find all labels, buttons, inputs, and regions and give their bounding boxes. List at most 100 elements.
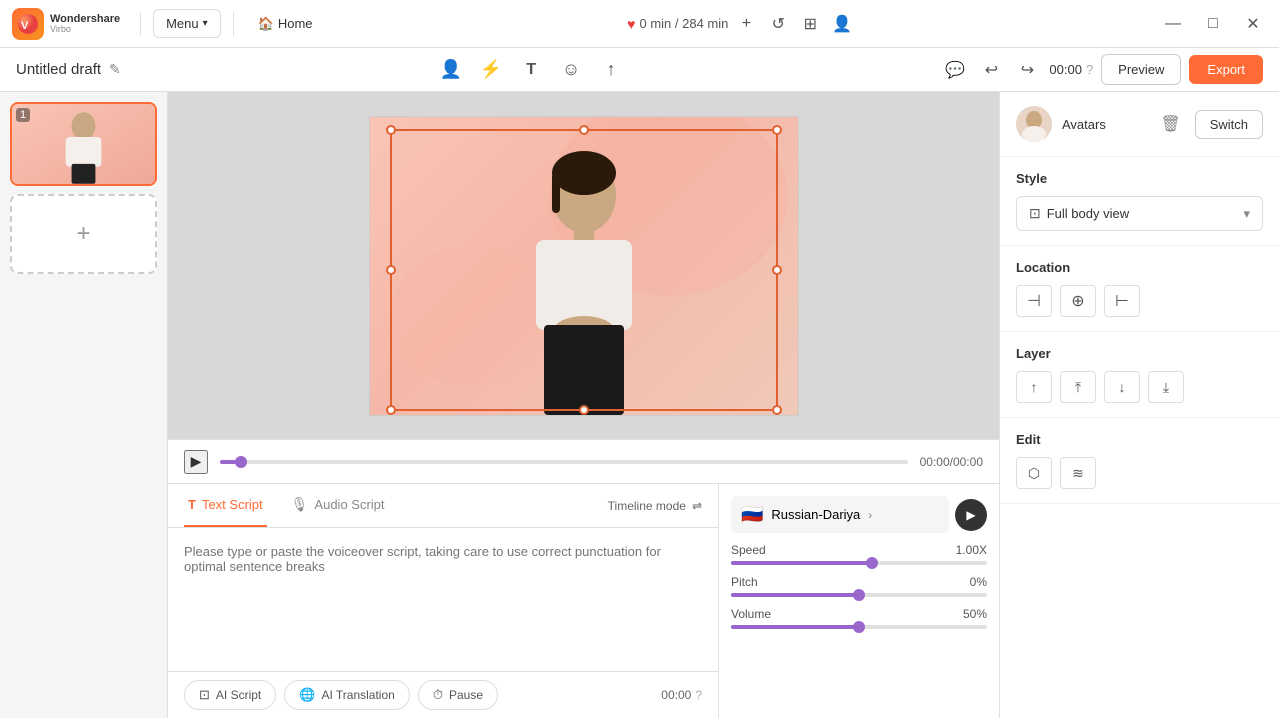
edit-buttons: ⬡ ≋ bbox=[1016, 457, 1263, 489]
maximize-button[interactable]: □ bbox=[1199, 10, 1227, 38]
pitch-thumb[interactable] bbox=[853, 589, 865, 601]
style-icon: ⊡ bbox=[1029, 205, 1041, 222]
voice-selector: 🇷🇺 Russian-Dariya › ▶ bbox=[731, 496, 987, 533]
slide-preview-1 bbox=[12, 104, 155, 184]
avatars-section: Avatars 🗑 Switch bbox=[1000, 92, 1279, 157]
script-help-icon[interactable]: ? bbox=[695, 688, 702, 702]
speed-thumb[interactable] bbox=[866, 557, 878, 569]
upload-tool-button[interactable]: ↑ bbox=[593, 52, 629, 88]
top-bar: V Wondershare Virbo Menu ▾ 🏠 Home ♥ 0 mi… bbox=[0, 0, 1279, 48]
location-center-button[interactable]: ⊕ bbox=[1060, 285, 1096, 317]
script-tabs: T Text Script 🎙 Audio Script Timeline mo… bbox=[168, 484, 718, 528]
heart-icon: ♥ bbox=[627, 16, 635, 32]
svg-text:V: V bbox=[21, 20, 29, 32]
ai-translation-button[interactable]: 🌐 AI Translation bbox=[284, 680, 410, 710]
slides-panel: 1 + bbox=[0, 92, 168, 718]
progress-thumb[interactable] bbox=[235, 456, 247, 468]
location-buttons: ⊣ ⊕ ⊢ bbox=[1016, 285, 1263, 317]
script-left: T Text Script 🎙 Audio Script Timeline mo… bbox=[168, 484, 719, 718]
minimize-button[interactable]: — bbox=[1159, 10, 1187, 38]
text-tool-button[interactable]: T bbox=[513, 52, 549, 88]
layer-bottom-button[interactable]: ⤓ bbox=[1148, 371, 1184, 403]
logo-brand: Wondershare bbox=[50, 13, 120, 25]
script-area: T Text Script 🎙 Audio Script Timeline mo… bbox=[168, 483, 999, 718]
tab-text-script[interactable]: T Text Script bbox=[184, 484, 267, 527]
layer-top-button[interactable]: ⤒ bbox=[1060, 371, 1096, 403]
speed-slider-row: Speed 1.00X bbox=[731, 543, 987, 565]
location-right-button[interactable]: ⊢ bbox=[1104, 285, 1140, 317]
voice-settings: 🇷🇺 Russian-Dariya › ▶ Speed 1.00X bbox=[719, 484, 999, 718]
slide-item-1[interactable]: 1 bbox=[10, 102, 157, 186]
preview-button[interactable]: Preview bbox=[1101, 54, 1181, 85]
delete-avatar-button[interactable]: 🗑 bbox=[1157, 110, 1185, 138]
location-section: Location ⊣ ⊕ ⊢ bbox=[1000, 246, 1279, 332]
script-footer: ⊡ AI Script 🌐 AI Translation ⏱ Pause 00:… bbox=[168, 671, 718, 718]
pause-button[interactable]: ⏱ Pause bbox=[418, 680, 498, 710]
volume-thumb[interactable] bbox=[853, 621, 865, 633]
layer-down-button[interactable]: ↓ bbox=[1104, 371, 1140, 403]
canvas-scene bbox=[369, 116, 799, 416]
logo-icon: V bbox=[12, 8, 44, 40]
voice-name-selector[interactable]: 🇷🇺 Russian-Dariya › bbox=[731, 496, 949, 533]
script-time: 00:00 ? bbox=[661, 688, 702, 702]
logo-sub: Virbo bbox=[50, 25, 120, 35]
undo-button[interactable]: ↩ bbox=[977, 56, 1005, 84]
right-panel: Avatars 🗑 Switch Style ⊡ Full body view … bbox=[999, 92, 1279, 718]
location-left-button[interactable]: ⊣ bbox=[1016, 285, 1052, 317]
export-button[interactable]: Export bbox=[1189, 55, 1263, 84]
person-tool-button[interactable]: 👤 bbox=[433, 52, 469, 88]
close-button[interactable]: ✕ bbox=[1239, 10, 1267, 38]
history-button[interactable]: ↺ bbox=[764, 10, 792, 38]
layer-up-button[interactable]: ↑ bbox=[1016, 371, 1052, 403]
ai-script-button[interactable]: ⊡ AI Script bbox=[184, 680, 276, 710]
progress-bar[interactable] bbox=[220, 460, 908, 464]
pitch-label: Pitch 0% bbox=[731, 575, 987, 589]
edit-wave-button[interactable]: ≋ bbox=[1060, 457, 1096, 489]
menu-button[interactable]: Menu ▾ bbox=[153, 9, 221, 38]
layer-title: Layer bbox=[1016, 346, 1263, 361]
style-dropdown[interactable]: ⊡ Full body view ▾ bbox=[1016, 196, 1263, 231]
brush-tool-button[interactable]: ⚡ bbox=[473, 52, 509, 88]
script-textarea[interactable] bbox=[184, 544, 702, 655]
play-button[interactable]: ▶ bbox=[184, 450, 208, 474]
slide-number-1: 1 bbox=[16, 108, 30, 122]
speed-slider[interactable] bbox=[731, 561, 987, 565]
timeline-mode-toggle[interactable]: Timeline mode ⇌ bbox=[608, 499, 702, 513]
voice-chevron-icon: › bbox=[868, 508, 872, 522]
home-button[interactable]: 🏠 Home bbox=[246, 10, 325, 38]
style-section: Style ⊡ Full body view ▾ bbox=[1000, 157, 1279, 246]
audio-script-icon: 🎙 bbox=[291, 496, 309, 513]
pitch-slider[interactable] bbox=[731, 593, 987, 597]
toolbar-right: 💬 ↩ ↪ 00:00 ? Preview Export bbox=[941, 54, 1263, 85]
play-voice-button[interactable]: ▶ bbox=[955, 499, 987, 531]
switch-avatar-button[interactable]: Switch bbox=[1195, 110, 1263, 139]
title-bar: Untitled draft ✎ 👤 ⚡ T ☺ ↑ 💬 ↩ ↪ 00:00 ?… bbox=[0, 48, 1279, 92]
style-title: Style bbox=[1016, 171, 1263, 186]
emoji-tool-button[interactable]: ☺ bbox=[553, 52, 589, 88]
pitch-slider-row: Pitch 0% bbox=[731, 575, 987, 597]
edit-title-icon[interactable]: ✎ bbox=[109, 61, 121, 78]
edit-title: Edit bbox=[1016, 432, 1263, 447]
canvas-view[interactable] bbox=[168, 92, 999, 439]
volume-slider[interactable] bbox=[731, 625, 987, 629]
voice-flag: 🇷🇺 bbox=[741, 504, 763, 525]
speed-label: Speed 1.00X bbox=[731, 543, 987, 557]
add-slide-button[interactable]: + bbox=[10, 194, 157, 274]
user-button[interactable]: 👤 bbox=[828, 10, 856, 38]
top-center: ♥ 0 min / 284 min + ↺ ⊞ 👤 bbox=[333, 10, 1151, 38]
ai-translation-icon: 🌐 bbox=[299, 687, 315, 703]
main-layout: 1 + bbox=[0, 92, 1279, 718]
time-info: 0 min / 284 min bbox=[639, 16, 728, 31]
edit-section: Edit ⬡ ≋ bbox=[1000, 418, 1279, 504]
redo-button[interactable]: ↪ bbox=[1013, 56, 1041, 84]
tab-audio-script[interactable]: 🎙 Audio Script bbox=[287, 484, 389, 527]
logo: V Wondershare Virbo bbox=[12, 8, 120, 40]
toolbar-center: 👤 ⚡ T ☺ ↑ bbox=[121, 52, 942, 88]
add-scene-button[interactable]: + bbox=[732, 10, 760, 38]
text-script-icon: T bbox=[188, 497, 196, 512]
grid-button[interactable]: ⊞ bbox=[796, 10, 824, 38]
edit-hex-button[interactable]: ⬡ bbox=[1016, 457, 1052, 489]
script-content[interactable] bbox=[168, 528, 718, 671]
time-help-icon[interactable]: ? bbox=[1086, 62, 1093, 77]
comment-button[interactable]: 💬 bbox=[941, 56, 969, 84]
